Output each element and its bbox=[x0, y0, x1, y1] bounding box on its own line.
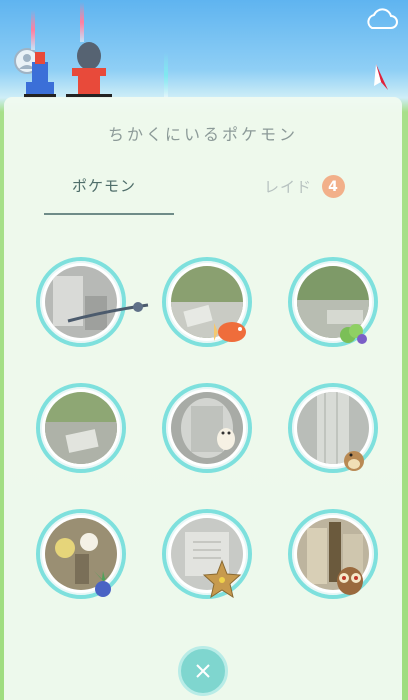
tab-pokemon-label: ポケモン bbox=[72, 177, 137, 195]
togepi-icon bbox=[217, 428, 235, 450]
nearby-pokemon-slot[interactable] bbox=[162, 509, 252, 599]
active-tab-indicator bbox=[44, 213, 174, 215]
weavile-icon bbox=[67, 302, 149, 323]
tab-raid[interactable]: レイド 4 bbox=[264, 175, 346, 198]
caterpie-icon bbox=[340, 324, 367, 344]
nearby-pokemon-slot[interactable] bbox=[288, 509, 378, 599]
close-button[interactable] bbox=[178, 646, 228, 696]
tab-pokemon[interactable]: ポケモン bbox=[72, 175, 136, 196]
nearby-pokemon-slot[interactable] bbox=[162, 257, 252, 347]
panel-title: ちかくにいるポケモン bbox=[107, 125, 298, 144]
pidgey-icon bbox=[344, 451, 364, 471]
tab-raid-label: レイド bbox=[264, 178, 313, 196]
nearby-pokemon-slot[interactable] bbox=[36, 257, 149, 347]
nearby-pokemon-slot[interactable] bbox=[36, 383, 126, 473]
weather-cloud-icon[interactable] bbox=[364, 8, 398, 30]
magikarp-icon bbox=[214, 322, 246, 342]
raid-count-badge: 4 bbox=[322, 175, 346, 198]
nearby-pokemon-slot[interactable] bbox=[288, 257, 378, 347]
pokestop-photo bbox=[45, 392, 117, 464]
close-icon bbox=[196, 664, 210, 678]
nearby-pokemon-slot[interactable] bbox=[36, 509, 126, 599]
gym-icon[interactable] bbox=[62, 38, 116, 100]
staryu-icon bbox=[202, 559, 242, 599]
gym-icon[interactable] bbox=[22, 42, 58, 100]
hoothoot-icon bbox=[337, 567, 363, 595]
nearby-panel: ちかくにいるポケモン ポケモン レイド 4 bbox=[4, 97, 402, 700]
nearby-pokemon-slot[interactable] bbox=[162, 383, 252, 473]
nearby-pokemon-slot[interactable] bbox=[288, 383, 378, 473]
compass-icon[interactable] bbox=[370, 62, 392, 92]
oddish-icon bbox=[94, 571, 112, 597]
